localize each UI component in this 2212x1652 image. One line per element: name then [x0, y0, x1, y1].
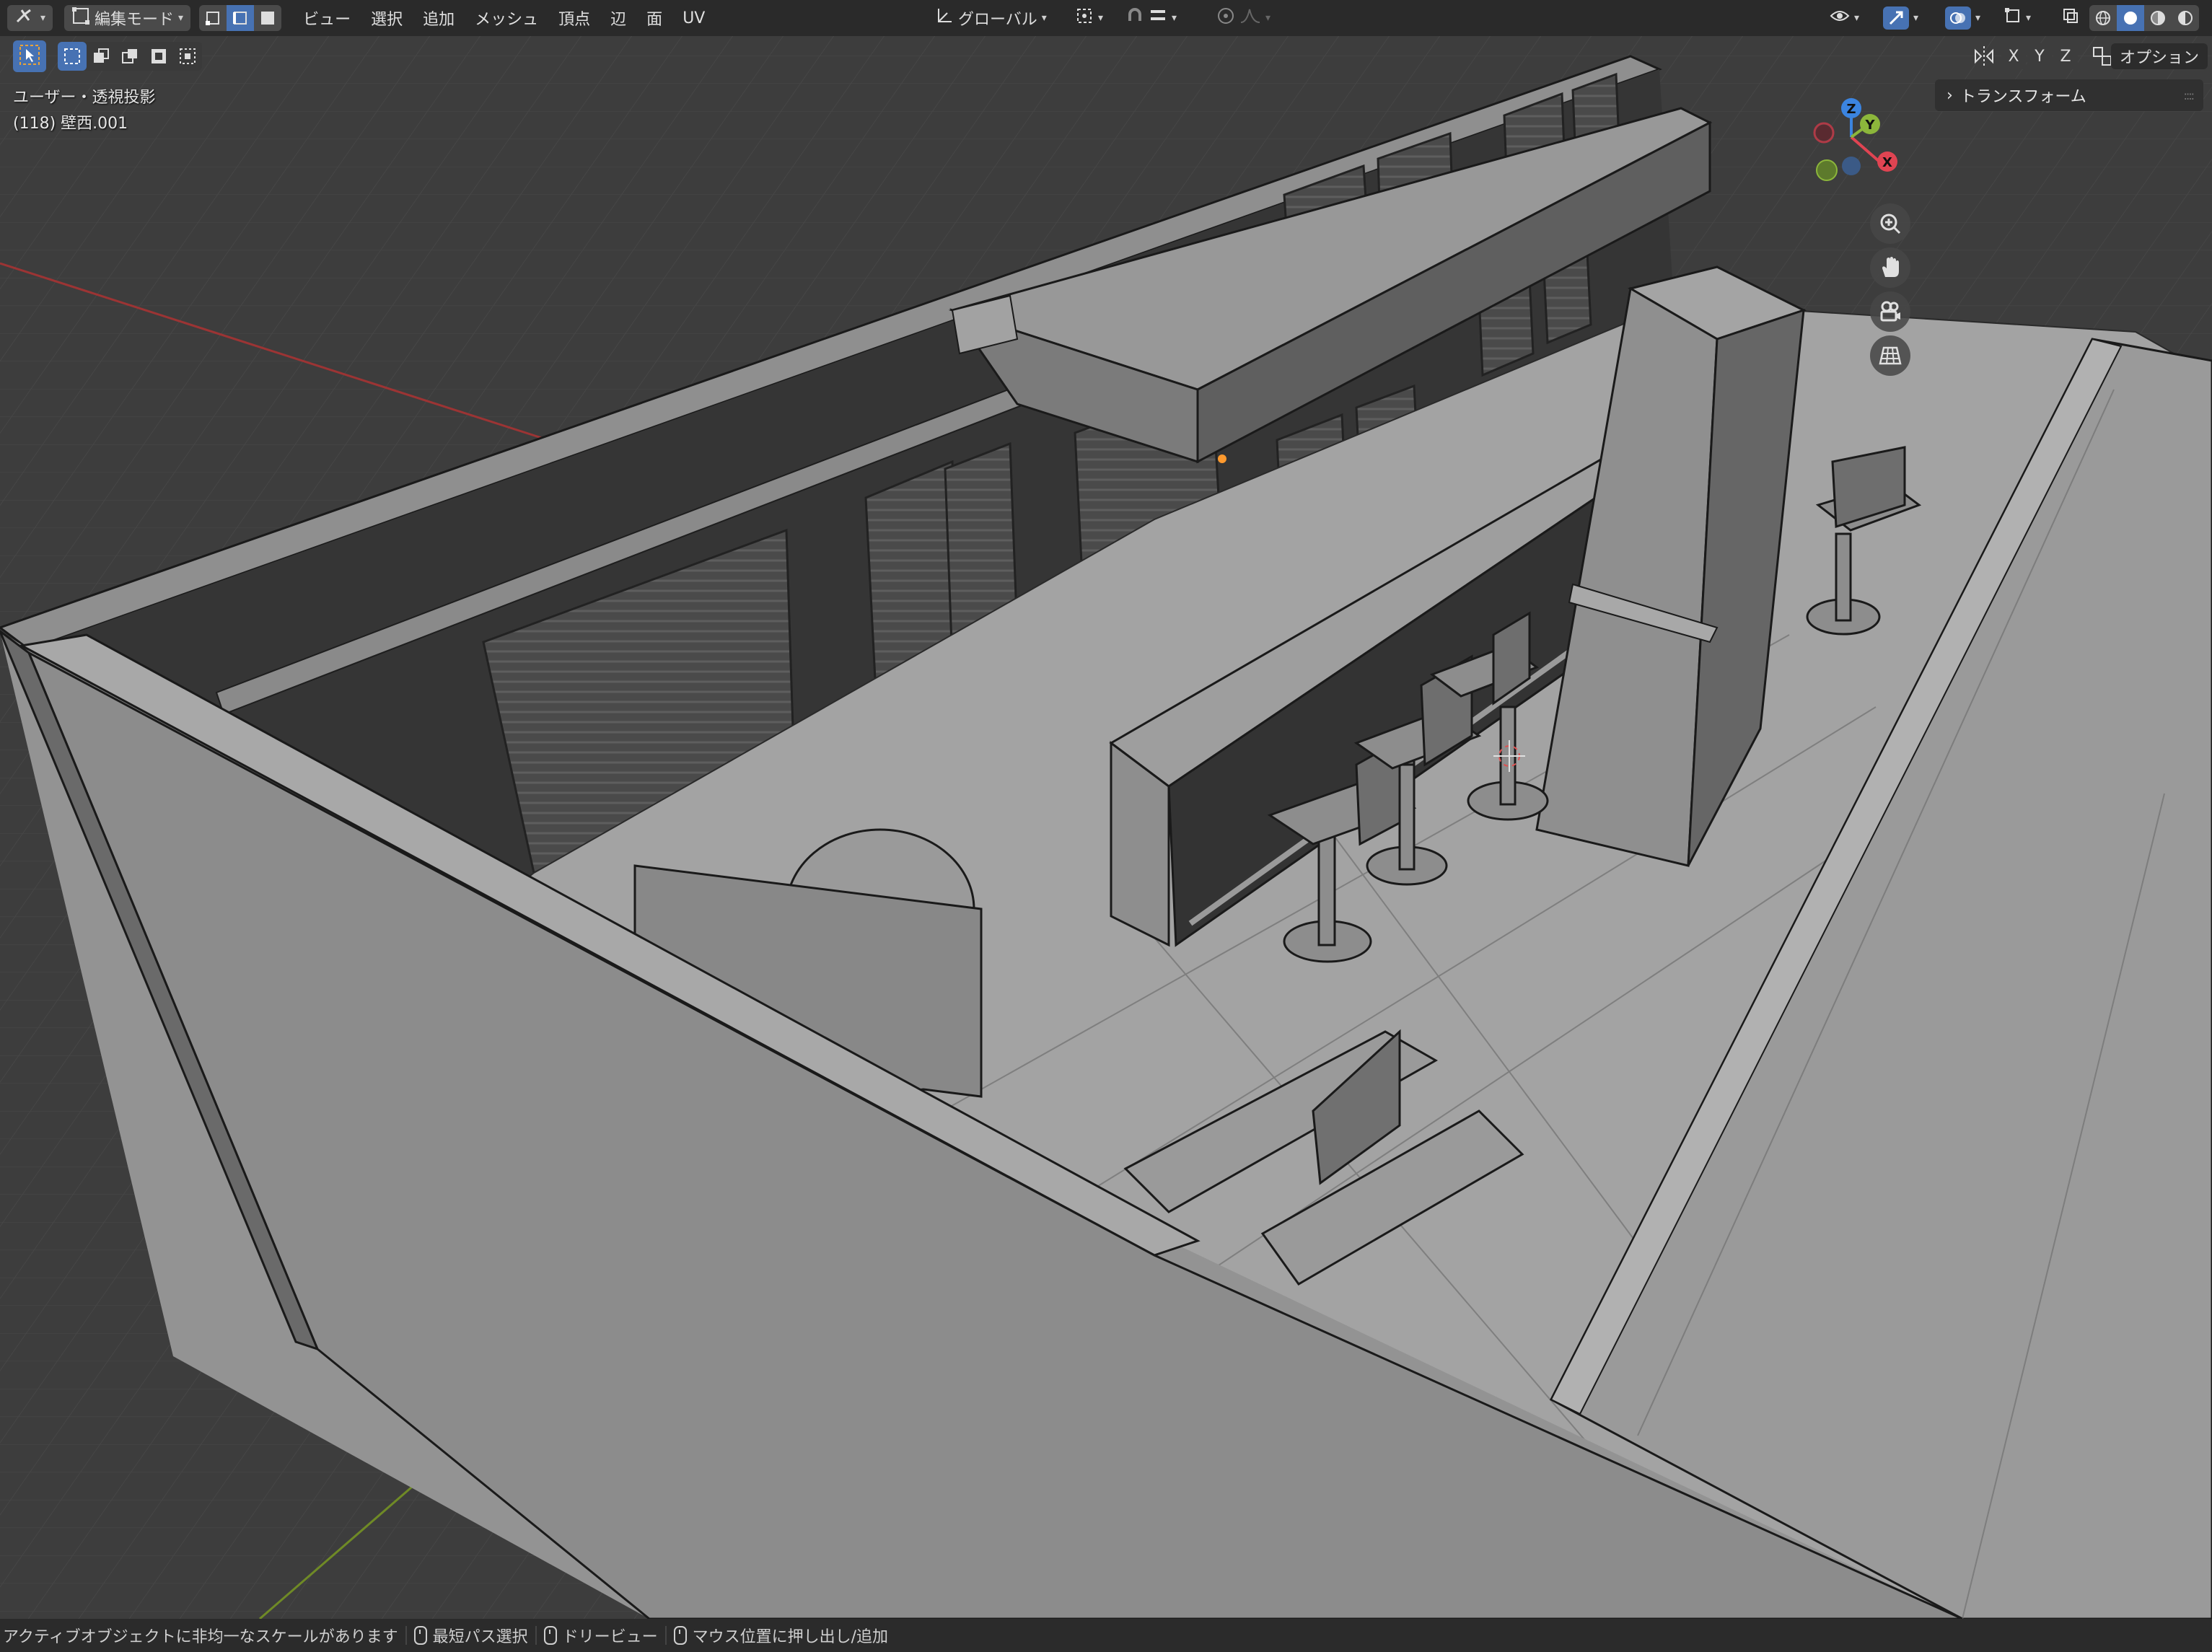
mouse-middle-icon [543, 1626, 557, 1645]
transform-panel-label: トランスフォーム [1959, 88, 2086, 106]
magnet-icon [1125, 6, 1144, 30]
mode-dropdown[interactable]: 編集モード ▾ [64, 5, 191, 31]
menu-mesh[interactable]: メッシュ [465, 5, 548, 31]
divider [535, 1626, 537, 1645]
menu-select[interactable]: 選択 [361, 5, 413, 31]
menu-vertex[interactable]: 頂点 [548, 5, 600, 31]
sidebar-transform-panel[interactable]: › トランスフォーム :::: [1935, 79, 2203, 111]
editor-type-icon [14, 7, 36, 29]
eye-icon [1830, 7, 1850, 29]
falloff-icon [1239, 6, 1261, 30]
status-warning: アクティブオブジェクトに非均一なスケールがあります [3, 1628, 398, 1646]
chevron-right-icon: › [1947, 86, 1953, 105]
status-hint-dolly: ドリービュー [562, 1628, 658, 1646]
face-select-icon[interactable] [254, 5, 281, 31]
divider [405, 1626, 407, 1645]
zoom-icon[interactable] [1870, 203, 1910, 244]
tool-settings-row: X Y Z オプション [0, 38, 2212, 74]
pivot-icon [1075, 6, 1094, 30]
selection-mode-group [58, 42, 202, 71]
navigation-gizmo[interactable]: Z Y X [1789, 94, 1934, 202]
proportional-edit-toggle[interactable]: ▾ [1209, 5, 1278, 31]
grip-icon[interactable]: :::: [2183, 89, 2195, 102]
overlay-toggle[interactable]: ▾ [1938, 5, 1988, 31]
view-name: ユーザー・透視投影 [13, 89, 156, 107]
mouse-left-icon [413, 1626, 427, 1645]
chevron-down-icon: ▾ [40, 12, 46, 24]
solid-shading-icon[interactable] [2117, 5, 2144, 31]
select-invert-icon[interactable] [144, 42, 173, 71]
pivot-point-dropdown[interactable]: ▾ [1068, 5, 1110, 31]
chevron-down-icon: ▾ [1854, 12, 1860, 24]
chevron-down-icon: ▾ [178, 12, 184, 24]
object-info: (118) 壁西.001 [13, 115, 128, 133]
gizmo-y-label: Y [1864, 118, 1875, 133]
header-menu: ビュー 選択 追加 メッシュ 頂点 辺 面 UV [293, 5, 715, 31]
viewport-header: ▾ 編集モード ▾ ビュー 選択 追加 メッシュ 頂点 辺 面 UV グローバル… [0, 0, 2212, 36]
shading-mode-group [2089, 5, 2199, 31]
select-extend-icon[interactable] [87, 42, 115, 71]
chevron-down-icon: ▾ [1098, 12, 1104, 24]
select-mode-group [199, 5, 282, 31]
menu-view[interactable]: ビュー [293, 5, 361, 31]
overlay-icon [1945, 6, 1971, 30]
chevron-down-icon: ▾ [2026, 12, 2032, 24]
status-bar: アクティブオブジェクトに非均一なスケールがあります 最短パス選択 ドリービュー … [0, 1619, 2212, 1652]
proportional-edit-icon [1216, 6, 1235, 30]
mesh-overlay-icon [2004, 7, 2022, 29]
edit-mode-icon [71, 6, 90, 30]
divider [664, 1626, 667, 1645]
visibility-dropdown[interactable]: ▾ [1822, 5, 1866, 31]
rendered-shading-icon[interactable] [2172, 5, 2199, 31]
menu-face[interactable]: 面 [636, 5, 672, 31]
status-hint-shortest-path: 最短パス選択 [432, 1628, 528, 1646]
material-shading-icon[interactable] [2144, 5, 2172, 31]
snap-mode-icon[interactable] [1149, 6, 1167, 30]
mode-dropdown-label: 編集モード [95, 11, 175, 29]
mouse-right-icon [673, 1626, 687, 1645]
select-tool-button[interactable] [13, 40, 46, 72]
gizmo-toggle[interactable]: ▾ [1876, 5, 1926, 31]
edge-select-icon[interactable] [227, 5, 255, 31]
transform-orientation-label: グローバル [958, 11, 1037, 29]
gizmo-icon [1883, 6, 1909, 30]
snap-toggle[interactable]: ▾ [1118, 5, 1184, 31]
select-intersect-icon[interactable] [173, 42, 202, 71]
mirror-y-toggle[interactable]: Y [2027, 43, 2052, 69]
menu-add[interactable]: 追加 [413, 5, 465, 31]
options-button[interactable]: オプション [2110, 43, 2208, 69]
select-new-icon[interactable] [58, 42, 87, 71]
transform-orientation-dropdown[interactable]: グローバル ▾ [928, 5, 1054, 31]
vertex-select-icon[interactable] [199, 5, 227, 31]
chevron-down-icon: ▾ [1265, 12, 1271, 24]
gizmo-x-label: X [1882, 155, 1892, 170]
mirror-z-toggle[interactable]: Z [2053, 43, 2078, 69]
viewport-info: ユーザー・透視投影 (118) 壁西.001 [13, 85, 156, 137]
chevron-down-icon: ▾ [1913, 12, 1919, 24]
grid-icon[interactable] [1870, 335, 1910, 376]
status-hint-extrude: マウス位置に押し出し/追加 [692, 1628, 889, 1646]
mirror-x-toggle[interactable]: X [2001, 43, 2026, 69]
viewport-3d-scene[interactable] [0, 0, 2212, 1652]
mirror-options-icon[interactable] [1972, 45, 1996, 71]
cursor-arrow-icon [19, 44, 40, 69]
chevron-down-icon: ▾ [1975, 12, 1981, 24]
chevron-down-icon: ▾ [1041, 12, 1047, 24]
editor-type-button[interactable]: ▾ [7, 5, 53, 31]
hand-icon[interactable] [1870, 247, 1910, 288]
camera-icon[interactable] [1870, 291, 1910, 332]
mesh-edit-overlay-toggle[interactable]: ▾ [1997, 5, 2038, 31]
mirror-axis-toggles: X Y Z [2001, 43, 2078, 69]
gizmo-z-label: Z [1846, 102, 1856, 117]
select-subtract-icon[interactable] [115, 42, 144, 71]
xray-icon [2062, 7, 2079, 29]
chevron-down-icon: ▾ [1172, 12, 1177, 24]
xray-toggle[interactable] [2055, 5, 2086, 31]
wireframe-shading-icon[interactable] [2089, 5, 2117, 31]
orientation-icon [935, 6, 954, 30]
menu-uv[interactable]: UV [672, 5, 715, 31]
menu-edge[interactable]: 辺 [600, 5, 636, 31]
